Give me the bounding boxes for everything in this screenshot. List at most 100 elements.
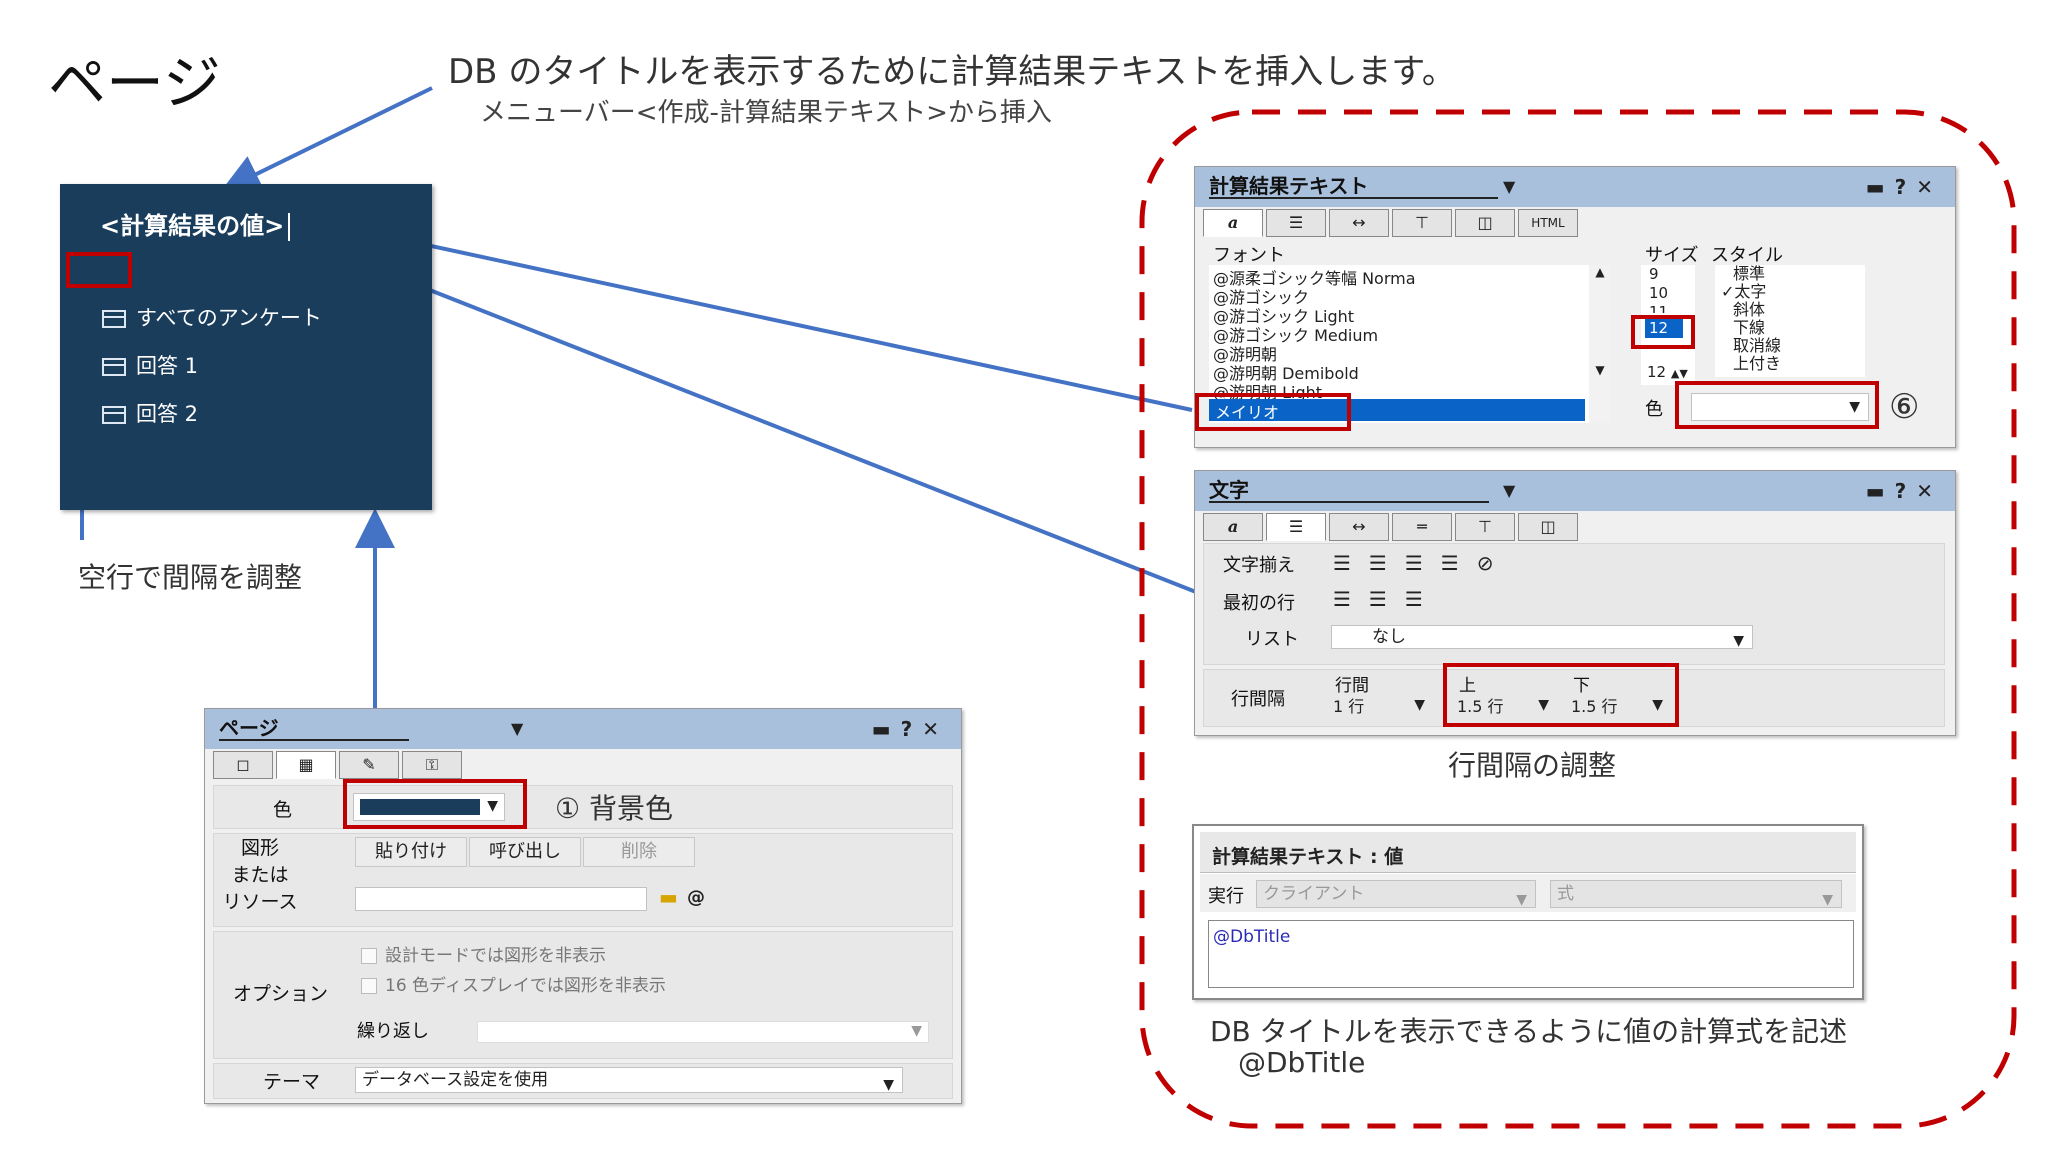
first-line-buttons[interactable]: ☰☰☰ [1333,587,1441,611]
preview-item[interactable]: すべてのアンケート [102,302,322,332]
theme-select[interactable]: データベース設定を使用 ▼ [355,1067,903,1093]
bg-color-annotation: ① 背景色 [555,792,674,825]
formula-caption-code: @DbTitle [1238,1046,1366,1079]
dialog-title: 文字 [1209,479,1489,503]
run-select[interactable]: クライアント ▼ [1256,880,1536,908]
run-label: 実行 [1208,886,1244,907]
chevron-down-icon[interactable]: ▼ [1503,177,1515,196]
tab-margins[interactable]: ↔ [1329,513,1389,541]
tab-margins[interactable]: ↔ [1329,209,1389,237]
dialog-title: ページ [219,717,409,741]
subheading-text: メニューバー<作成-計算結果テキスト>から挿入 [480,98,1052,128]
first-line-label: 最初の行 [1223,593,1295,614]
dialog-titlebar: ページ ▼ ▬?✕ [205,709,961,749]
arrow-font-to-title [316,210,1193,412]
spacing-highlight [1443,663,1679,727]
align-buttons[interactable]: ☰☰☰☰⊘ [1333,551,1511,575]
view-icon [102,358,126,376]
style-item[interactable]: 取消線 [1715,337,1865,355]
formula-at-icon[interactable]: @ [687,887,705,908]
page-properties-dialog: ページ ▼ ▬?✕ ◻ ▦ ✎ ⚿ 色 ▼ ① 背景色 図形 または リソース 貼り付… [204,708,962,1104]
tab-background[interactable]: ▦ [276,751,336,779]
arrow-heading-to-title [220,86,433,193]
style-item[interactable]: 上付き [1715,355,1865,373]
size-item[interactable]: 10 [1641,284,1695,303]
tab-font[interactable]: a [1203,209,1263,237]
tab-font[interactable]: a [1203,513,1263,541]
view-icon [102,406,126,424]
tab-border[interactable]: ═ [1392,513,1452,541]
list-select[interactable]: なし ▼ [1331,625,1753,649]
color-annotation: ⑥ [1889,387,1920,427]
tab-info[interactable]: ◻ [213,751,273,779]
chevron-down-icon[interactable]: ▼ [511,719,523,738]
color-highlight [1675,381,1879,429]
window-controls[interactable]: ▬?✕ [1866,175,1943,199]
option-label: オプション [233,983,329,1005]
repeat-select[interactable]: ▼ [477,1021,929,1043]
window-controls[interactable]: ▬?✕ [1866,479,1943,503]
repeat-label: 繰り返し [357,1021,429,1042]
dialog-tabs: a ☰ ↔ ═ ⊤ ◫ [1203,513,1581,541]
tab-launch[interactable]: ✎ [339,751,399,779]
list-label: リスト [1245,629,1299,650]
checkbox[interactable] [361,948,377,964]
tab-security[interactable]: ⚿ [402,751,462,779]
option-hide-design[interactable]: 設計モードでは図形を非表示 [361,941,606,966]
color-label: 色 [1645,399,1663,420]
tab-hide[interactable]: ◫ [1455,209,1515,237]
tab-other[interactable]: ◫ [1518,513,1578,541]
tab-html[interactable]: HTML [1518,209,1578,237]
dialog-tabs: a ☰ ↔ ⊤ ◫ HTML [1203,209,1581,237]
delete-button[interactable]: 削除 [583,837,695,867]
view-icon [102,310,126,328]
import-button[interactable]: 呼び出し [469,837,581,867]
resource-field[interactable] [355,887,647,911]
paste-button[interactable]: 貼り付け [355,837,467,867]
preview-item[interactable]: 回答 1 [102,350,198,380]
align-label: 文字揃え [1223,555,1295,576]
theme-label: テーマ [263,1071,321,1093]
style-list[interactable]: 標準 ✓太字 斜体 下線 取消線 上付き [1715,265,1865,377]
chevron-down-icon[interactable]: ▼ [1503,481,1515,500]
style-item[interactable]: 下線 [1715,319,1865,337]
spacing-label: 行間隔 [1231,689,1285,710]
style-item[interactable]: 標準 [1715,265,1865,283]
blank-line-box [66,252,132,288]
tab-border[interactable]: ⊤ [1392,209,1452,237]
preview-title: <計算結果の値> [100,206,291,241]
window-controls[interactable]: ▬?✕ [872,717,949,741]
calc-text-properties-dialog: 計算結果テキスト ▼ ▬?✕ a ☰ ↔ ⊤ ◫ HTML フォント @源柔ゴシック等幅 … [1194,166,1956,448]
page-preview: <計算結果の値> すべてのアンケート 回答 1 回答 2 [60,184,432,510]
bg-color-highlight [343,779,527,829]
size-item[interactable]: 9 [1641,265,1695,284]
font-label: フォント [1213,245,1285,266]
text-properties-dialog: 文字 ▼ ▬?✕ a ☰ ↔ ═ ⊤ ◫ 文字揃え ☰☰☰☰⊘ 最初の行 ☰☰☰ リスト … [1194,470,1956,736]
page-title: ページ [48,49,221,117]
folder-icon[interactable]: ▬ [659,885,678,909]
style-item[interactable]: 斜体 [1715,301,1865,319]
spacing-caption: 行間隔の調整 [1448,749,1617,782]
checkbox[interactable] [361,978,377,994]
formula-titlebar: 計算結果テキスト : 値 [1200,832,1856,873]
size-item[interactable]: 11 [1641,303,1695,313]
font-highlight [1195,393,1351,431]
tab-paragraph[interactable]: ☰ [1266,513,1326,541]
size-highlight [1631,315,1695,349]
formula-editor[interactable]: @DbTitle [1208,920,1854,988]
color-label: 色 [273,799,293,821]
tab-hide[interactable]: ⊤ [1455,513,1515,541]
line-spacing-select[interactable]: 1 行 ▼ [1333,693,1429,716]
formula-caption: DB タイトルを表示できるように値の計算式を記述 [1210,1015,1848,1048]
formula-title: 計算結果テキスト : 値 [1212,846,1404,868]
style-item[interactable]: ✓太字 [1715,283,1865,301]
tab-paragraph[interactable]: ☰ [1266,209,1326,237]
formula-dialog: 計算結果テキスト : 値 実行 クライアント ▼ 式 ▼ @DbTitle [1192,824,1864,1000]
dialog-title: 計算結果テキスト [1209,175,1499,199]
size-input[interactable]: 12 ▲▼ [1647,363,1688,381]
preview-item[interactable]: 回答 2 [102,398,198,428]
option-hide-16color[interactable]: 16 色ディスプレイでは図形を非表示 [361,971,666,996]
font-scrollbar[interactable]: ▲ ▼ [1589,265,1611,423]
type-select[interactable]: 式 ▼ [1550,880,1842,908]
heading-text: DB のタイトルを表示するために計算結果テキストを挿入します。 [448,52,1456,92]
